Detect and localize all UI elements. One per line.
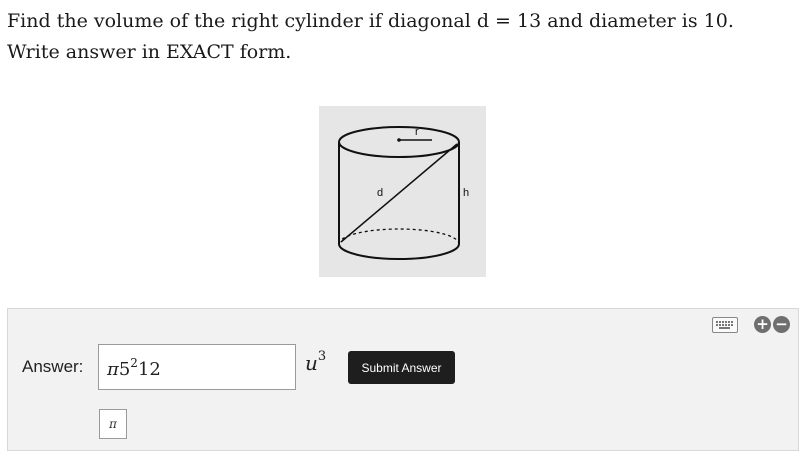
units-var: u bbox=[305, 351, 318, 375]
pi-button[interactable]: π bbox=[99, 409, 127, 439]
plus-icon[interactable]: + bbox=[754, 316, 771, 333]
answer-factor: 12 bbox=[137, 359, 161, 380]
answer-base: 5 bbox=[118, 359, 131, 380]
answer-input[interactable]: π5212 bbox=[98, 344, 296, 390]
diagonal-line bbox=[340, 143, 458, 243]
answer-label: Answer: bbox=[22, 357, 84, 376]
bottom-back-arc bbox=[338, 228, 460, 245]
toolbar: + − bbox=[712, 316, 790, 333]
minus-icon[interactable]: − bbox=[773, 316, 790, 333]
label-h: h bbox=[463, 187, 469, 199]
submit-answer-button[interactable]: Submit Answer bbox=[348, 351, 455, 384]
keyboard-icon[interactable] bbox=[712, 316, 738, 333]
units-exp: 3 bbox=[317, 349, 327, 364]
answer-panel: + − Answer: π5212 u3 Submit Answer π bbox=[7, 308, 799, 451]
answer-pi: π bbox=[107, 359, 119, 380]
center-dot bbox=[397, 138, 401, 142]
label-d: d bbox=[377, 187, 383, 199]
cylinder-diagram: r d h bbox=[338, 126, 469, 260]
bottom-front-arc bbox=[338, 243, 460, 260]
question-text: Find the volume of the right cylinder if… bbox=[7, 10, 734, 63]
answer-exponent: 2 bbox=[130, 356, 138, 370]
cylinder-figure: r d h bbox=[319, 106, 486, 277]
label-r: r bbox=[415, 126, 419, 138]
units-label: u3 bbox=[305, 349, 326, 375]
top-ellipse bbox=[338, 126, 460, 158]
